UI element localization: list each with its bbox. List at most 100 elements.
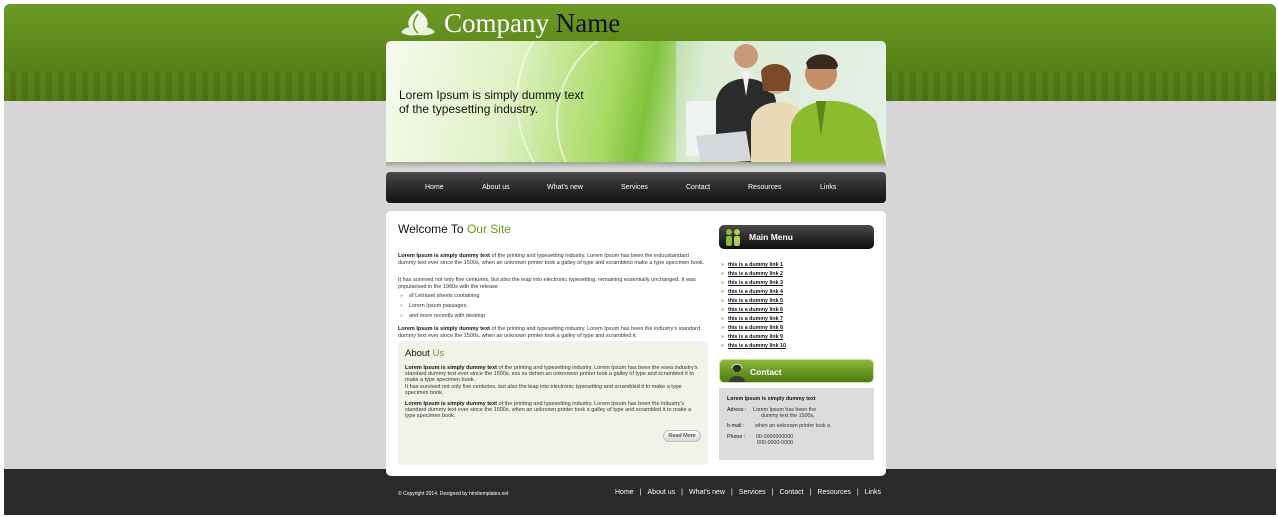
- intro-paragraph-2: It has survived not only five centuries,…: [398, 277, 696, 290]
- arrow-icon: »: [721, 316, 724, 322]
- banner-shadow: [386, 162, 886, 168]
- bullet-text: of Letraset sheets containing: [409, 293, 480, 299]
- about-us-box: About Us Lorem Ipsum is simply dummy tex…: [398, 341, 708, 465]
- menu-link-10[interactable]: » this is a dummy link 10: [721, 343, 786, 349]
- about-paragraph-1: Lorem Ipsum is simply dummy text of the …: [405, 365, 701, 396]
- contact-title: Contact: [750, 367, 782, 377]
- menu-link-text: this is a dummy link 7: [727, 316, 783, 322]
- footer-link-home[interactable]: Home: [615, 489, 634, 496]
- menu-link-text: this is a dummy link 9: [727, 334, 783, 340]
- arrow-icon: »: [721, 289, 724, 295]
- intro-p1-bold: Lorem Ipsum is simply dummy text: [398, 253, 490, 259]
- menu-link-1[interactable]: » this is a dummy link 1: [721, 262, 783, 268]
- arrow-icon: »: [400, 293, 404, 299]
- menu-link-6[interactable]: » this is a dummy link 6: [721, 307, 783, 313]
- nav-about-us[interactable]: About us: [482, 184, 510, 191]
- menu-link-5[interactable]: » this is a dummy link 5: [721, 298, 783, 304]
- about-p1-line2: It has survived not only five centuries,…: [405, 383, 682, 396]
- welcome-heading: Welcome To Our Site: [398, 222, 511, 236]
- footer-separator: |: [681, 489, 683, 496]
- contact-header: Contact: [719, 359, 874, 383]
- footer-link-contact[interactable]: Contact: [779, 489, 803, 496]
- banner-line-1: Lorem Ipsum is simply dummy text: [399, 88, 584, 102]
- welcome-highlight: Our Site: [466, 222, 511, 236]
- nav-resources[interactable]: Resources: [748, 184, 781, 191]
- nav-home[interactable]: Home: [425, 184, 444, 191]
- about-p2-bold: Lorem Ipsum is simply dummy text: [405, 401, 497, 407]
- menu-link-3[interactable]: » this is a dummy link 3: [721, 280, 783, 286]
- main-menu-title: Main Menu: [749, 232, 793, 242]
- main-menu-header: Main Menu: [719, 225, 874, 249]
- arrow-icon: »: [721, 334, 724, 340]
- logo-text: Company Name: [444, 8, 620, 39]
- intro-p3-bold: Lorem Ipsum is simply dummy text: [398, 326, 490, 332]
- footer-link-services[interactable]: Services: [739, 489, 766, 496]
- people-icon: [726, 229, 740, 246]
- menu-link-7[interactable]: » this is a dummy link 7: [721, 316, 783, 322]
- main-nav: Home About us What's new Services Contac…: [386, 172, 886, 203]
- leaf-logo-icon: [401, 10, 435, 36]
- welcome-prefix: Welcome To: [398, 222, 464, 236]
- footer-nav: Home | About us | What's new | Services | Co…: [615, 489, 881, 496]
- footer-separator: |: [771, 489, 774, 496]
- about-p1-bold: Lorem Ipsum is simply dummy text: [405, 365, 497, 371]
- arrow-icon: »: [721, 325, 724, 331]
- footer-link-about-us[interactable]: About us: [648, 489, 676, 496]
- email-value: when an unknown printer took a: [755, 423, 831, 429]
- intro-bullet: » and more recently with desktop: [400, 313, 485, 319]
- menu-link-text: this is a dummy link 4: [727, 289, 783, 295]
- intro-paragraph-3: Lorem Ipsum is simply dummy text of the …: [398, 326, 708, 339]
- menu-link-text: this is a dummy link 1: [727, 262, 783, 268]
- phone-value: 000-0000-0000: [757, 440, 793, 446]
- menu-link-text: this is a dummy link 5: [727, 298, 783, 304]
- arrow-icon: »: [400, 313, 404, 319]
- menu-link-text: this is a dummy link 6: [727, 307, 783, 313]
- footer-link-whats-new[interactable]: What's new: [689, 489, 725, 496]
- support-agent-icon: [729, 363, 745, 382]
- copyright-text: © Copyright 2014. Designed by htmltempla…: [398, 491, 509, 497]
- arrow-icon: »: [721, 343, 724, 349]
- arrow-icon: »: [721, 280, 724, 286]
- contact-box: Lorem Ipsum is simply dummy text Adress …: [719, 388, 874, 460]
- banner-tagline: Lorem Ipsum is simply dummy text of the …: [399, 88, 609, 116]
- logo-name: Name: [555, 7, 621, 38]
- hero-banner: Lorem Ipsum is simply dummy text of the …: [386, 41, 886, 164]
- arrow-icon: »: [721, 307, 724, 313]
- nav-links[interactable]: Links: [820, 184, 836, 191]
- address-label: Adress :: [727, 407, 747, 413]
- arrow-icon: »: [721, 271, 724, 277]
- about-paragraph-2: Lorem Ipsum is simply dummy text of the …: [405, 401, 701, 420]
- nav-services[interactable]: Services: [621, 184, 648, 191]
- bullet-text: Lorem Ipsum passages,: [409, 303, 468, 309]
- menu-link-8[interactable]: » this is a dummy link 8: [721, 325, 783, 331]
- email-label: b-mail :: [727, 423, 745, 429]
- arrow-icon: »: [400, 303, 404, 309]
- nav-whats-new[interactable]: What's new: [547, 184, 583, 191]
- content-panel: Welcome To Our Site Lorem Ipsum is simpl…: [386, 211, 886, 476]
- menu-link-4[interactable]: » this is a dummy link 4: [721, 289, 783, 295]
- intro-paragraph-1: Lorem Ipsum is simply dummy text of the …: [398, 253, 708, 266]
- site-logo[interactable]: Company Name: [398, 5, 620, 41]
- menu-link-text: this is a dummy link 10: [727, 343, 786, 349]
- menu-link-text: this is a dummy link 2: [727, 271, 783, 277]
- intro-bullet: » Lorem Ipsum passages,: [400, 303, 468, 309]
- logo-company: Company: [444, 7, 549, 38]
- menu-link-2[interactable]: » this is a dummy link 2: [721, 271, 783, 277]
- menu-link-text: this is a dummy link 3: [727, 280, 783, 286]
- menu-link-9[interactable]: » this is a dummy link 9: [721, 334, 783, 340]
- banner-line-2: of the typesetting industry.: [399, 102, 539, 116]
- intro-bullet: » of Letraset sheets containing: [400, 293, 479, 299]
- nav-contact[interactable]: Contact: [686, 184, 710, 191]
- about-us-heading: About Us: [405, 348, 444, 359]
- footer-separator: |: [809, 489, 812, 496]
- footer-separator: |: [730, 489, 733, 496]
- phone-label: Phone :: [727, 434, 746, 440]
- about-title-highlight: Us: [432, 348, 445, 359]
- read-more-button[interactable]: Read More: [663, 430, 701, 442]
- address-value: dummy text the 1500s,: [761, 413, 815, 419]
- bullet-text: and more recently with desktop: [409, 313, 486, 319]
- footer-link-links[interactable]: Links: [865, 489, 881, 496]
- about-title-prefix: About: [405, 348, 430, 359]
- footer-link-resources[interactable]: Resources: [817, 489, 850, 496]
- footer-separator: |: [639, 489, 642, 496]
